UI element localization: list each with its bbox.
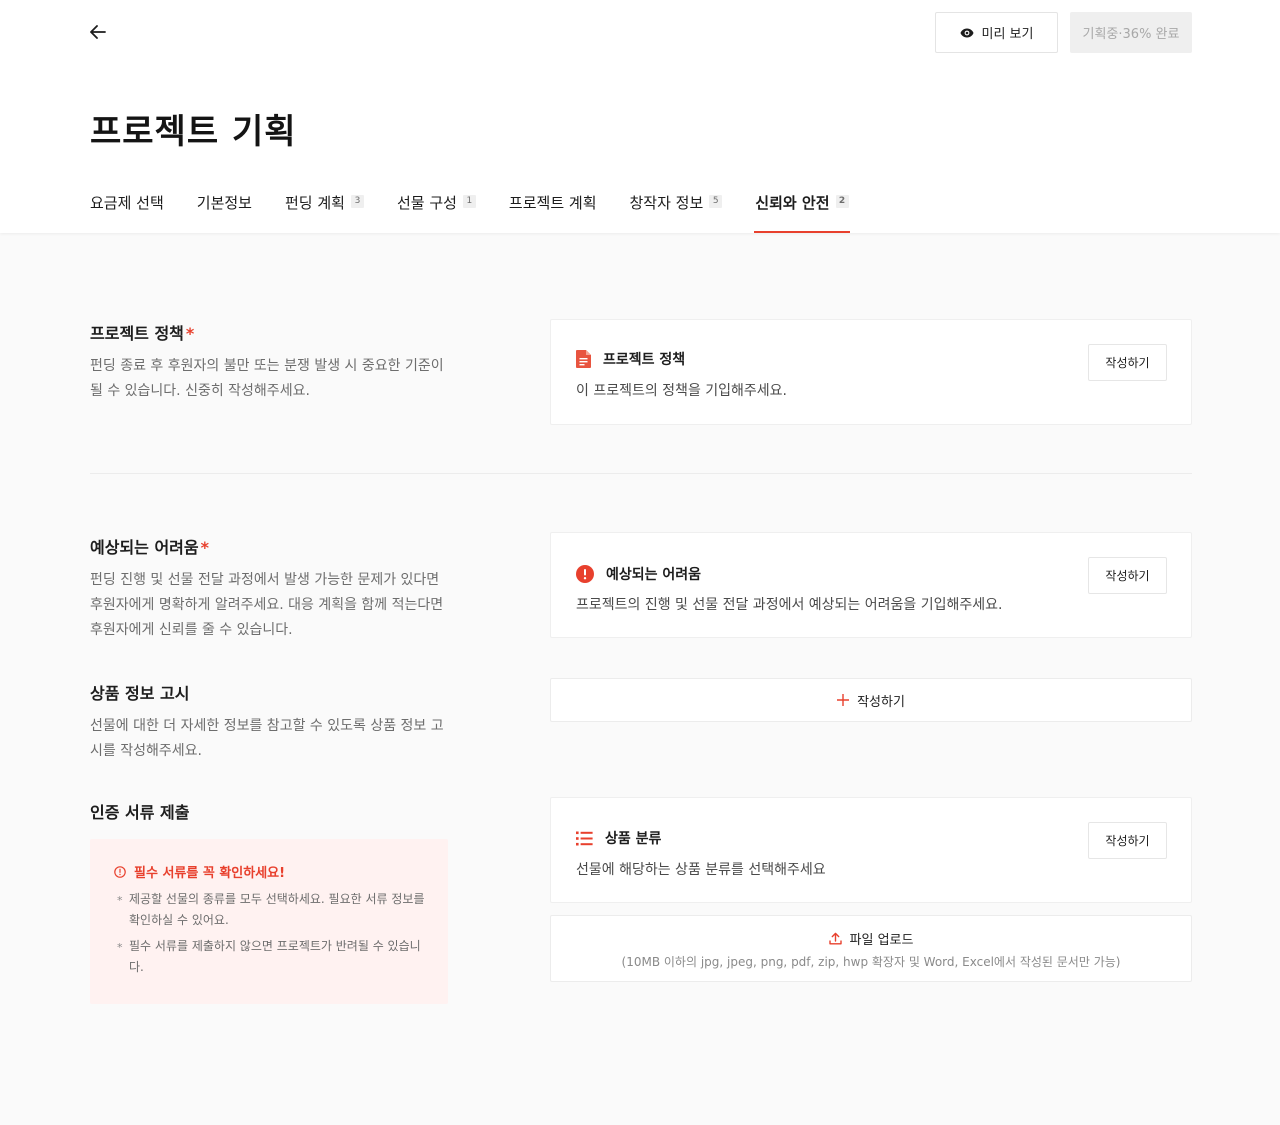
back-button[interactable] bbox=[86, 20, 110, 44]
difficulty-card-desc: 프로젝트의 진행 및 선물 전달 과정에서 예상되는 어려움을 기입해주세요. bbox=[576, 597, 1003, 613]
page-title: 프로젝트 기획 bbox=[90, 112, 297, 152]
product-info-add-label: 작성하기 bbox=[857, 694, 905, 710]
product-category-card-title: 상품 분류 bbox=[605, 831, 662, 847]
product-category-card: 상품 분류 선물에 해당하는 상품 분류를 선택해주세요 작성하기 bbox=[550, 797, 1192, 903]
notice-title: 필수 서류를 꼭 확인하세요! bbox=[114, 862, 285, 881]
notice-list: 제공할 선물의 종류를 모두 선택하세요. 필요한 서류 정보를 확인하실 수 … bbox=[117, 889, 427, 983]
upload-label-row: 파일 업로드 bbox=[551, 929, 1191, 948]
preview-label: 미리 보기 bbox=[981, 27, 1034, 42]
tab-label: 요금제 선택 bbox=[90, 194, 164, 212]
upload-label: 파일 업로드 bbox=[849, 933, 914, 948]
tab-trust-safety[interactable]: 신뢰와 안전 2 bbox=[754, 186, 850, 233]
difficulty-section-desc: 펀딩 진행 및 선물 전달 과정에서 발생 가능한 문제가 있다면 후원자에게 … bbox=[90, 572, 444, 638]
required-mark: * bbox=[200, 538, 209, 557]
list-icon bbox=[576, 831, 593, 845]
notice-title-text: 필수 서류를 꼭 확인하세요! bbox=[134, 866, 286, 881]
tab-project-plan[interactable]: 프로젝트 계획 bbox=[509, 186, 597, 233]
upload-icon bbox=[828, 932, 842, 945]
alert-icon bbox=[576, 565, 594, 583]
product-category-write-button[interactable]: 작성하기 bbox=[1088, 822, 1167, 859]
product-category-card-desc: 선물에 해당하는 상품 분류를 선택해주세요 bbox=[576, 862, 826, 878]
policy-card-desc: 이 프로젝트의 정책을 기입해주세요. bbox=[576, 383, 787, 399]
tab-rewards[interactable]: 선물 구성 1 bbox=[397, 186, 476, 233]
product-info-section-desc: 선물에 대한 더 자세한 정보를 참고할 수 있도록 상품 정보 고시를 작성해… bbox=[90, 718, 444, 759]
file-upload-button[interactable]: 파일 업로드 (10MB 이하의 jpg, jpeg, png, pdf, zi… bbox=[550, 915, 1192, 982]
difficulty-card: 예상되는 어려움 프로젝트의 진행 및 선물 전달 과정에서 예상되는 어려움을… bbox=[550, 532, 1192, 638]
section-divider bbox=[90, 473, 1192, 474]
document-icon bbox=[576, 350, 591, 368]
tab-bar: 요금제 선택 기본정보 펀딩 계획 3 선물 구성 1 프로젝트 계획 창작자 … bbox=[90, 186, 850, 233]
policy-section-title: 프로젝트 정책 * bbox=[90, 320, 194, 344]
difficulty-write-button[interactable]: 작성하기 bbox=[1088, 557, 1167, 594]
policy-title-text: 프로젝트 정책 bbox=[90, 324, 184, 343]
policy-card: 프로젝트 정책 이 프로젝트의 정책을 기입해주세요. 작성하기 bbox=[550, 319, 1192, 425]
status-button: 기획중·36% 완료 bbox=[1070, 12, 1192, 53]
tab-label: 창작자 정보 bbox=[629, 194, 704, 212]
tab-count-badge: 2 bbox=[835, 195, 849, 208]
required-mark: * bbox=[185, 324, 195, 343]
difficulty-card-head: 예상되는 어려움 bbox=[576, 564, 701, 584]
tab-label: 펀딩 계획 bbox=[284, 194, 345, 212]
preview-button[interactable]: 미리 보기 bbox=[935, 12, 1058, 53]
policy-write-button[interactable]: 작성하기 bbox=[1088, 344, 1167, 381]
tab-pricing[interactable]: 요금제 선택 bbox=[90, 186, 164, 233]
notice-item: 제공할 선물의 종류를 모두 선택하세요. 필요한 서류 정보를 확인하실 수 … bbox=[117, 889, 427, 931]
difficulty-title-text: 예상되는 어려움 bbox=[90, 538, 199, 557]
product-info-section-title: 상품 정보 고시 bbox=[90, 684, 190, 703]
tab-funding-plan[interactable]: 펀딩 계획 3 bbox=[285, 186, 364, 233]
tab-label: 기본정보 bbox=[196, 194, 252, 212]
tab-count-badge: 5 bbox=[709, 195, 723, 208]
policy-section-desc: 펀딩 종료 후 후원자의 불만 또는 분쟁 발생 시 중요한 기준이 될 수 있… bbox=[90, 358, 444, 399]
upload-hint: (10MB 이하의 jpg, jpeg, png, pdf, zip, hwp … bbox=[621, 955, 1121, 969]
difficulty-card-title: 예상되는 어려움 bbox=[606, 567, 702, 583]
product-category-card-head: 상품 분류 bbox=[576, 828, 661, 848]
back-arrow-icon bbox=[90, 25, 106, 39]
policy-card-head: 프로젝트 정책 bbox=[576, 349, 685, 369]
tab-creator-info[interactable]: 창작자 정보 5 bbox=[630, 186, 723, 233]
difficulty-section-title: 예상되는 어려움 * bbox=[90, 534, 209, 558]
tab-basic-info[interactable]: 기본정보 bbox=[197, 186, 252, 233]
certification-section-title: 인증 서류 제출 bbox=[90, 803, 190, 822]
tab-count-badge: 3 bbox=[350, 195, 364, 208]
tab-label: 선물 구성 bbox=[396, 194, 457, 212]
notice-item: 필수 서류를 제출하지 않으면 프로젝트가 반려될 수 있습니다. bbox=[117, 936, 427, 978]
tab-label: 프로젝트 계획 bbox=[508, 194, 597, 212]
tab-count-badge: 1 bbox=[462, 195, 476, 208]
tab-label: 신뢰와 안전 bbox=[755, 194, 830, 212]
policy-card-title: 프로젝트 정책 bbox=[603, 352, 686, 368]
plus-icon bbox=[837, 694, 850, 706]
page-header: 미리 보기 기획중·36% 완료 프로젝트 기획 요금제 선택 기본정보 펀딩 … bbox=[0, 0, 1280, 233]
product-info-add-button[interactable]: 작성하기 bbox=[550, 678, 1192, 722]
eye-icon bbox=[960, 28, 973, 37]
certification-notice-box: 필수 서류를 꼭 확인하세요! 제공할 선물의 종류를 모두 선택하세요. 필요… bbox=[90, 839, 448, 1004]
info-icon bbox=[114, 865, 126, 878]
